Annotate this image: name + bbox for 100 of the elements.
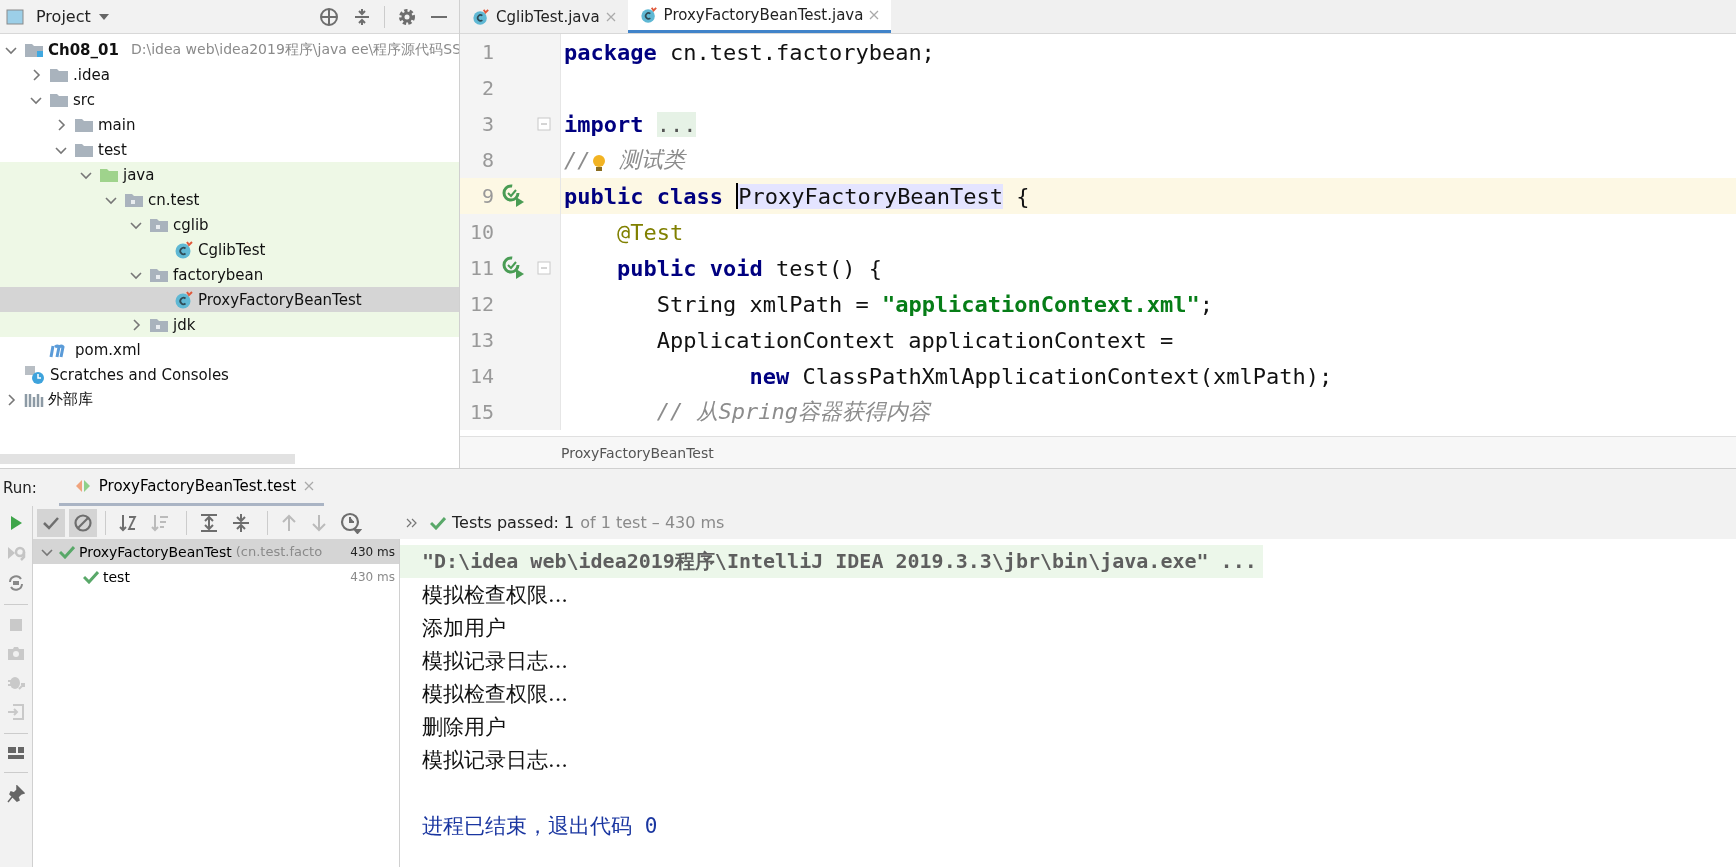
test-folder-icon: [99, 166, 119, 183]
locate-icon[interactable]: [318, 5, 340, 28]
lightbulb-icon[interactable]: [591, 153, 606, 173]
code-line: public void test() {: [615, 254, 882, 283]
fold-marker-icon[interactable]: [537, 117, 551, 131]
scratches-icon: [24, 364, 46, 385]
tree-item-label: Ch08_01: [48, 40, 119, 59]
line-number: 12: [468, 292, 494, 316]
project-view-dropdown[interactable]: Project: [36, 7, 109, 26]
tree-item-label: ProxyFactoryBeanTest: [198, 290, 362, 309]
line-number: 8: [480, 148, 494, 172]
collapsed-chevron-icon[interactable]: [130, 318, 142, 331]
sort-alphabetically-icon[interactable]: [118, 512, 138, 533]
editor-tab[interactable]: CglibTest.java: [460, 0, 628, 33]
folder-icon: [74, 141, 94, 158]
layout-icon[interactable]: [7, 746, 25, 760]
line-number: 1: [480, 40, 494, 64]
console-line: 模拟记录日志...: [421, 647, 570, 675]
tree-item[interactable]: 外部库: [0, 387, 459, 412]
editor-tab[interactable]: ProxyFactoryBeanTest.java: [627, 0, 892, 33]
console-line: 模拟记录日志...: [421, 746, 570, 774]
folder-icon: [74, 116, 94, 133]
tree-item[interactable]: CglibTest: [0, 237, 459, 262]
tree-item-label: CglibTest: [198, 240, 266, 259]
no-entry-icon: [73, 512, 93, 533]
tree-item-label: jdk: [173, 315, 196, 334]
tree-item[interactable]: Scratches and Consoles: [0, 362, 459, 387]
horizontal-scrollbar[interactable]: [0, 454, 295, 464]
test-duration: 430 ms: [350, 569, 395, 584]
class-icon: [639, 6, 658, 24]
collapsed-chevron-icon[interactable]: [30, 68, 42, 81]
test-config-icon: [74, 479, 91, 493]
collapse-all-icon[interactable]: [231, 512, 251, 533]
tree-item[interactable]: factorybean: [0, 262, 459, 287]
tree-item[interactable]: jdk: [0, 312, 459, 337]
test-tree-item[interactable]: test 430 ms: [33, 564, 399, 589]
test-name: ProxyFactoryBeanTest: [79, 543, 232, 560]
history-icon[interactable]: [340, 511, 362, 534]
run-test-icon[interactable]: [502, 184, 526, 208]
close-icon[interactable]: [869, 10, 880, 20]
show-passed-button[interactable]: [37, 508, 65, 537]
pin-icon[interactable]: [7, 785, 25, 803]
line-number: 11: [468, 256, 494, 280]
line-number: 15: [468, 400, 494, 424]
tree-item-label: cglib: [173, 215, 209, 234]
tree-item-label: src: [73, 90, 95, 109]
console-line: 进程已结束，退出代码 0: [421, 812, 659, 840]
tree-item-label: pom.xml: [75, 340, 141, 359]
tree-item[interactable]: test: [0, 137, 459, 162]
folder-icon: [49, 91, 69, 108]
expand-all-icon[interactable]: [199, 512, 219, 533]
console-line: 删除用户: [421, 713, 507, 741]
code-line: // 从Spring容器获得内容: [655, 398, 930, 426]
line-number: 9: [480, 184, 494, 208]
console-line: 模拟检查权限...: [421, 581, 570, 609]
close-icon[interactable]: [304, 481, 315, 491]
code-line: import ...: [563, 110, 697, 139]
line-number: 13: [468, 328, 494, 352]
collapse-all-icon[interactable]: [352, 6, 372, 27]
code-line: new ClassPathXmlApplicationContext(xmlPath);: [748, 362, 1333, 391]
auto-test-icon[interactable]: [7, 574, 25, 592]
tree-item[interactable]: .idea: [0, 62, 459, 87]
tree-item[interactable]: cglib: [0, 212, 459, 237]
code-line: public class ProxyFactoryBeanTest {: [563, 182, 1030, 211]
run-test-icon[interactable]: [502, 256, 526, 280]
breadcrumb[interactable]: ProxyFactoryBeanTest: [561, 444, 714, 461]
line-number: 3: [480, 112, 494, 136]
tree-item-label: java: [123, 165, 155, 184]
settings-icon[interactable]: [397, 6, 417, 27]
tree-item[interactable]: java: [0, 162, 459, 187]
module-icon: [24, 41, 44, 58]
fold-marker-icon[interactable]: [537, 261, 551, 275]
tree-item[interactable]: main: [0, 112, 459, 137]
code-line: @Test: [615, 218, 684, 247]
package-icon: [149, 266, 169, 283]
passed-check-icon: [83, 569, 99, 584]
more-icon[interactable]: [406, 517, 418, 528]
library-icon: [24, 391, 44, 408]
tree-item-label: test: [98, 140, 127, 159]
test-duration: 430 ms: [350, 544, 395, 559]
package-icon: [124, 191, 144, 208]
test-status: Tests passed: 1: [452, 513, 575, 532]
tree-item[interactable]: ProxyFactoryBeanTest: [0, 287, 459, 312]
code-line: String xmlPath = "applicationContext.xml";: [655, 290, 1214, 319]
test-tree-item[interactable]: ProxyFactoryBeanTest (cn.test.facto 430 ms: [33, 539, 399, 564]
collapsed-chevron-icon[interactable]: [55, 118, 67, 131]
tree-item[interactable]: src: [0, 87, 459, 112]
tree-item[interactable]: cn.test: [0, 187, 459, 212]
tree-item-label: cn.test: [148, 190, 200, 209]
code-line: package cn.test.factorybean;: [563, 38, 935, 67]
package-icon: [149, 316, 169, 333]
show-ignored-button[interactable]: [69, 508, 97, 537]
class-icon: [472, 7, 490, 26]
line-number: 10: [468, 220, 494, 244]
collapsed-chevron-icon[interactable]: [5, 393, 17, 406]
tree-item[interactable]: pom.xml: [0, 337, 459, 362]
package-icon: [149, 216, 169, 233]
tree-item-label: Scratches and Consoles: [50, 365, 229, 384]
check-icon: [430, 515, 446, 530]
code-line: ApplicationContext applicationContext =: [655, 326, 1174, 355]
